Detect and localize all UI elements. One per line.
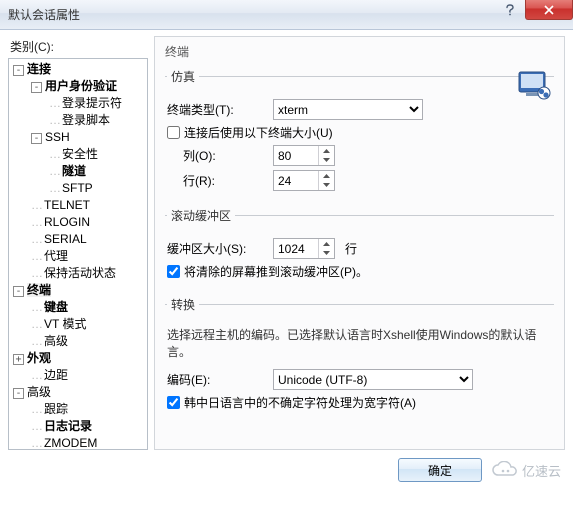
ok-button[interactable]: 确定 <box>398 458 482 482</box>
wide-char-label: 韩中日语言中的不确定字符处理为宽字符(A) <box>184 394 416 411</box>
tree-node-telnet[interactable]: TELNET <box>44 198 90 212</box>
panel-title: 终端 <box>165 43 554 60</box>
settings-panel: 终端 仿真 终端类型(T): xterm 连接后使用以下终端 <box>154 36 565 450</box>
spinner-arrows[interactable] <box>318 146 334 165</box>
chevron-down-icon <box>323 158 330 162</box>
tree-node-advanced[interactable]: 高级 <box>27 385 51 399</box>
dialog-footer: 确定 亿速云 <box>0 450 573 490</box>
close-button[interactable] <box>525 0 573 20</box>
buffer-size-label: 缓冲区大小(S): <box>167 240 273 257</box>
use-size-label: 连接后使用以下终端大小(U) <box>184 124 333 141</box>
terminal-type-label: 终端类型(T): <box>167 101 273 118</box>
tree-node-vt[interactable]: VT 模式 <box>44 317 86 331</box>
tree-node-logging[interactable]: 日志记录 <box>44 419 92 433</box>
tree-node-keyboard[interactable]: 键盘 <box>44 300 68 314</box>
tree-node-appearance[interactable]: 外观 <box>27 351 51 365</box>
tree-node-terminal[interactable]: 终端 <box>27 283 51 297</box>
chevron-up-icon <box>323 174 330 178</box>
collapse-icon[interactable]: - <box>31 133 42 144</box>
tree-node-zmodem[interactable]: ZMODEM <box>44 436 97 450</box>
use-size-checkbox[interactable] <box>167 126 180 139</box>
expand-icon[interactable]: + <box>13 354 24 365</box>
group-scrollback: 滚动缓冲区 缓冲区大小(S): 行 将清除的屏幕推到滚动缓冲区(P)。 <box>165 207 554 288</box>
buffer-size-spinner[interactable] <box>273 238 335 259</box>
collapse-icon[interactable]: - <box>13 388 24 399</box>
collapse-icon[interactable]: - <box>13 65 24 76</box>
terminal-type-select[interactable]: xterm <box>273 99 423 120</box>
window-buttons <box>495 0 573 20</box>
chevron-up-icon <box>323 149 330 153</box>
tree-node-login-script[interactable]: 登录脚本 <box>62 113 110 127</box>
cols-input[interactable] <box>274 146 318 165</box>
rows-input[interactable] <box>274 171 318 190</box>
spinner-arrows[interactable] <box>318 239 334 258</box>
use-size-checkbox-row[interactable]: 连接后使用以下终端大小(U) <box>167 124 552 141</box>
tree-node-security[interactable]: 安全性 <box>62 147 98 161</box>
encoding-label: 编码(E): <box>167 371 273 388</box>
tree-node-rlogin[interactable]: RLOGIN <box>44 215 90 229</box>
tree-node-trace[interactable]: 跟踪 <box>44 402 68 416</box>
group-encoding-legend: 转换 <box>167 296 199 313</box>
collapse-icon[interactable]: - <box>31 82 42 93</box>
tree-node-auth[interactable]: 用户身份验证 <box>45 79 117 93</box>
tree-node-ssh[interactable]: SSH <box>45 130 70 144</box>
buffer-size-input[interactable] <box>274 239 318 258</box>
collapse-icon[interactable]: - <box>13 286 24 297</box>
encoding-select[interactable]: Unicode (UTF-8) <box>273 369 473 390</box>
cols-spinner[interactable] <box>273 145 335 166</box>
rows-spinner[interactable] <box>273 170 335 191</box>
help-button[interactable] <box>495 0 525 20</box>
tree-node-serial[interactable]: SERIAL <box>44 232 87 246</box>
chevron-down-icon <box>323 183 330 187</box>
category-tree[interactable]: -连接 -用户身份验证 登录提示符 登录脚本 -SSH 安全性 隧道 SFTP … <box>8 58 148 450</box>
tree-node-keepalive[interactable]: 保持活动状态 <box>44 266 116 280</box>
close-icon <box>544 5 554 15</box>
brand-logo: 亿速云 <box>490 461 561 480</box>
push-cleared-label: 将清除的屏幕推到滚动缓冲区(P)。 <box>184 263 368 280</box>
category-column: 类别(C): -连接 -用户身份验证 登录提示符 登录脚本 -SSH 安全性 隧… <box>8 36 148 450</box>
rows-label: 行(R): <box>183 172 273 189</box>
tree-node-tunnel[interactable]: 隧道 <box>62 164 86 178</box>
help-icon <box>505 4 515 16</box>
tree-node-adv[interactable]: 高级 <box>44 334 68 348</box>
group-encoding: 转换 选择远程主机的编码。已选择默认语言时Xshell使用Windows的默认语… <box>165 296 554 419</box>
tree-node-margin[interactable]: 边距 <box>44 368 68 382</box>
encoding-desc: 选择远程主机的编码。已选择默认语言时Xshell使用Windows的默认语言。 <box>167 327 552 361</box>
terminal-icon <box>518 71 552 104</box>
group-scrollback-legend: 滚动缓冲区 <box>167 207 235 224</box>
dialog-body: 类别(C): -连接 -用户身份验证 登录提示符 登录脚本 -SSH 安全性 隧… <box>0 30 573 450</box>
title-bar: 默认会话属性 <box>0 0 573 30</box>
buffer-size-unit: 行 <box>345 240 357 257</box>
chevron-up-icon <box>323 242 330 246</box>
brand-text: 亿速云 <box>522 461 561 480</box>
spinner-arrows[interactable] <box>318 171 334 190</box>
group-emulation-legend: 仿真 <box>167 68 199 85</box>
tree-node-connection[interactable]: 连接 <box>27 62 51 76</box>
chevron-down-icon <box>323 251 330 255</box>
tree-node-login-prompt[interactable]: 登录提示符 <box>62 96 122 110</box>
window-title: 默认会话属性 <box>8 6 80 23</box>
wide-char-checkbox[interactable] <box>167 396 180 409</box>
category-label: 类别(C): <box>10 38 148 55</box>
push-cleared-row[interactable]: 将清除的屏幕推到滚动缓冲区(P)。 <box>167 263 552 280</box>
tree-node-sftp[interactable]: SFTP <box>62 181 93 195</box>
cloud-icon <box>490 461 520 479</box>
tree-node-proxy[interactable]: 代理 <box>44 249 68 263</box>
wide-char-row[interactable]: 韩中日语言中的不确定字符处理为宽字符(A) <box>167 394 552 411</box>
cols-label: 列(O): <box>183 147 273 164</box>
group-emulation: 仿真 终端类型(T): xterm 连接后使用以下终端大小(U) 列(O): <box>165 68 554 199</box>
push-cleared-checkbox[interactable] <box>167 265 180 278</box>
